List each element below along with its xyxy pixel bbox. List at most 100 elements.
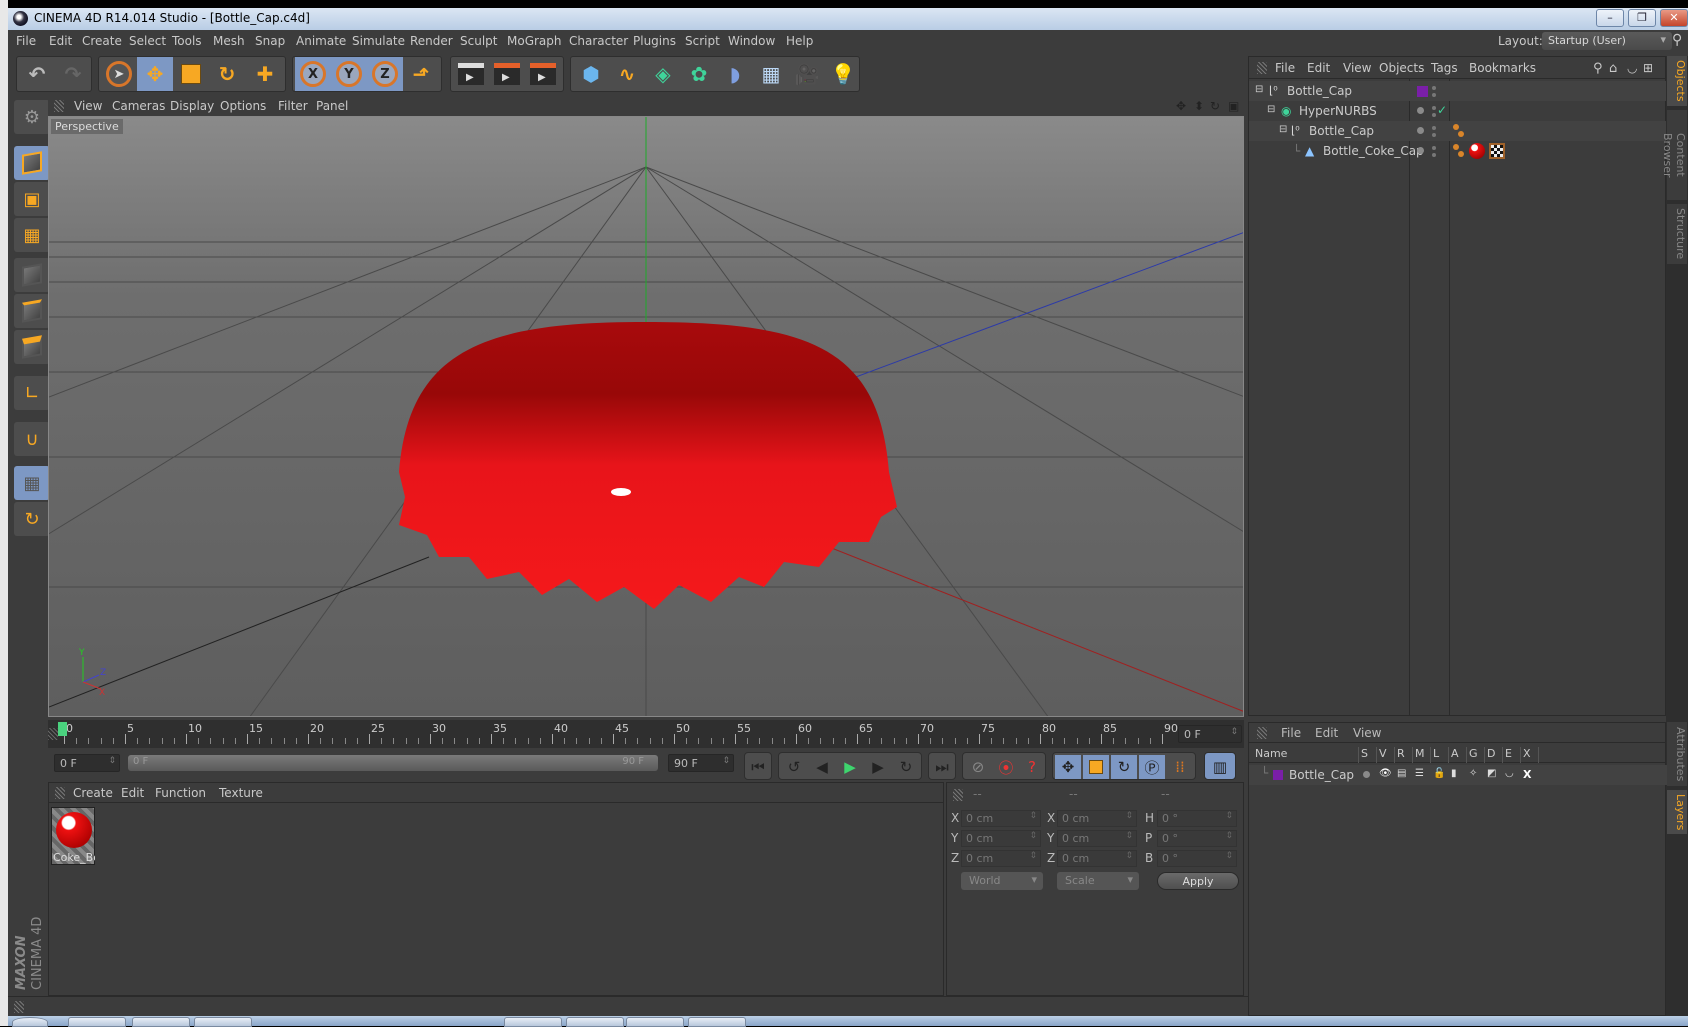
search-icon[interactable]: ⚲ [1593, 61, 1603, 76]
previous-frame-icon[interactable]: ◀ [809, 755, 835, 779]
key-pla-icon[interactable]: ⁞⁞ [1167, 755, 1193, 779]
rot-p-field[interactable]: 0 ° [1157, 830, 1237, 847]
size-z-field[interactable]: 0 cm [1057, 850, 1137, 867]
editor-visibility-dot[interactable] [1432, 86, 1436, 90]
go-to-start-icon[interactable]: ⏮ [745, 755, 771, 779]
layers-menu-edit[interactable]: Edit [1315, 726, 1338, 740]
panel-grip[interactable] [55, 787, 65, 799]
viewport-menu-panel[interactable]: Panel [316, 99, 348, 113]
3d-viewport[interactable]: Y Z X Perspective [48, 116, 1244, 717]
render-picture-viewer-icon[interactable] [489, 57, 525, 91]
material-tag-icon[interactable] [1469, 143, 1485, 159]
record-keys-icon[interactable]: ⦿ [993, 755, 1019, 779]
x-axis-lock-icon[interactable]: X [295, 57, 331, 91]
light-icon[interactable]: 💡 [825, 57, 861, 91]
axis-mode-icon[interactable]: ∟ [14, 376, 50, 410]
visible-toggle-icon[interactable]: 👁 [1379, 768, 1392, 779]
menu-mograph[interactable]: MoGraph [507, 34, 562, 48]
render-visibility-dot[interactable] [1432, 133, 1436, 137]
move-icon[interactable]: ✥ [137, 57, 173, 91]
minimize-button[interactable]: – [1596, 9, 1624, 27]
menu-render[interactable]: Render [410, 34, 453, 48]
pan-icon[interactable]: ✥ [1176, 99, 1186, 113]
tab-layers[interactable]: Layers [1667, 790, 1687, 834]
redo-icon[interactable]: ↷ [55, 57, 91, 91]
editor-visibility-dot[interactable] [1432, 106, 1436, 110]
new-window-icon[interactable]: ⊞ [1643, 61, 1653, 75]
cube-primitive-icon[interactable]: ⬢ [573, 57, 609, 91]
layer-dot[interactable] [1417, 127, 1424, 134]
end-frame-field[interactable]: 90 F [668, 754, 734, 772]
workplane-rotate-icon[interactable]: ↻ [14, 502, 50, 536]
layer-row[interactable]: └ Bottle_Cap 👁 ▤ ☰ 🔓 ▮ ✧ ◩ ◡ X [1249, 765, 1667, 785]
animation-toggle-icon[interactable]: ▮ [1451, 768, 1457, 779]
menu-tools[interactable]: Tools [172, 34, 202, 48]
col-manager[interactable]: M [1413, 747, 1431, 763]
edges-mode-icon[interactable] [14, 294, 50, 328]
render-view-icon[interactable] [453, 57, 489, 91]
dolly-icon[interactable]: ⬍ [1194, 99, 1204, 113]
col-locked[interactable]: L [1431, 747, 1449, 763]
objects-menu-tags[interactable]: Tags [1431, 61, 1458, 75]
collapse-toggle-icon[interactable]: ⊟ [1267, 104, 1275, 115]
render-visibility-dot[interactable] [1432, 153, 1436, 157]
nurbs-icon[interactable]: ◈ [645, 57, 681, 91]
col-expressions[interactable]: E [1503, 747, 1521, 763]
deformers-toggle-icon[interactable]: ◩ [1487, 768, 1496, 779]
texture-mode-icon[interactable]: ▣ [14, 182, 50, 216]
go-to-end-icon[interactable]: ⏭ [929, 755, 955, 779]
editor-visibility-dot[interactable] [1432, 146, 1436, 150]
rot-h-field[interactable]: 0 ° [1157, 810, 1237, 827]
layers-menu-file[interactable]: File [1281, 726, 1301, 740]
editor-visibility-dot[interactable] [1432, 126, 1436, 130]
restore-button[interactable]: ❐ [1628, 9, 1656, 27]
size-x-field[interactable]: 0 cm [1057, 810, 1137, 827]
camera-icon[interactable]: 🎥 [789, 57, 825, 91]
object-row[interactable]: ⊟ ⌊⁰ Bottle_Cap [1249, 81, 1667, 101]
coordinate-mode-dropdown[interactable]: Scale [1057, 872, 1139, 890]
start-frame-field[interactable]: 0 F [54, 754, 120, 772]
coordinate-system-icon[interactable]: ⬏ [403, 57, 439, 91]
panel-grip[interactable] [953, 789, 963, 801]
objects-menu-bookmarks[interactable]: Bookmarks [1469, 61, 1536, 75]
layer-dot[interactable] [1417, 107, 1424, 114]
layout-dropdown[interactable]: Startup (User) [1542, 32, 1672, 50]
col-render[interactable]: R [1395, 747, 1413, 763]
render-toggle-icon[interactable]: ▤ [1397, 768, 1406, 779]
solo-toggle[interactable] [1363, 771, 1370, 778]
layer-color-swatch[interactable] [1273, 770, 1283, 780]
object-name[interactable]: Bottle_Cap [1309, 124, 1374, 138]
current-frame-field[interactable]: 0 F [1178, 725, 1242, 743]
xref-toggle-icon[interactable]: X [1523, 768, 1531, 781]
object-name[interactable]: Bottle_Coke_Cap [1323, 144, 1424, 158]
menu-simulate[interactable]: Simulate [352, 34, 405, 48]
menu-mesh[interactable]: Mesh [213, 34, 245, 48]
pos-y-field[interactable]: 0 cm [961, 830, 1041, 847]
generators-toggle-icon[interactable]: ✧ [1469, 768, 1477, 779]
live-selection-icon[interactable]: ➤ [101, 57, 137, 91]
col-generators[interactable]: G [1467, 747, 1485, 763]
search-icon[interactable]: ⚲ [1672, 32, 1682, 48]
close-button[interactable]: ✕ [1660, 9, 1688, 27]
objects-menu-file[interactable]: File [1275, 61, 1295, 75]
object-name[interactable]: HyperNURBS [1299, 104, 1377, 118]
expressions-toggle-icon[interactable]: ◡ [1505, 768, 1514, 779]
size-y-field[interactable]: 0 cm [1057, 830, 1137, 847]
phong-tag-icon[interactable] [1453, 144, 1459, 150]
rot-b-field[interactable]: 0 ° [1157, 850, 1237, 867]
panel-grip[interactable] [1257, 727, 1267, 739]
layer-color-swatch[interactable] [1417, 86, 1428, 97]
apply-button[interactable]: Apply [1157, 872, 1239, 890]
material-swatch[interactable]: Coke_Bo [51, 807, 95, 865]
object-row[interactable]: ⊟ ⌊⁰ Bottle_Cap [1249, 121, 1667, 141]
render-settings-icon[interactable] [525, 57, 561, 91]
material-menu-function[interactable]: Function [155, 786, 206, 800]
viewport-menu-options[interactable]: Options [220, 99, 266, 113]
menu-snap[interactable]: Snap [255, 34, 285, 48]
col-solo[interactable]: S [1359, 747, 1377, 763]
next-frame-icon[interactable]: ▶ [865, 755, 891, 779]
next-key-icon[interactable]: ↻ [893, 755, 919, 779]
locked-workplane-icon[interactable]: ▦ [14, 466, 50, 500]
orbit-icon[interactable]: ↻ [1210, 99, 1220, 113]
col-visible[interactable]: V [1377, 747, 1395, 763]
